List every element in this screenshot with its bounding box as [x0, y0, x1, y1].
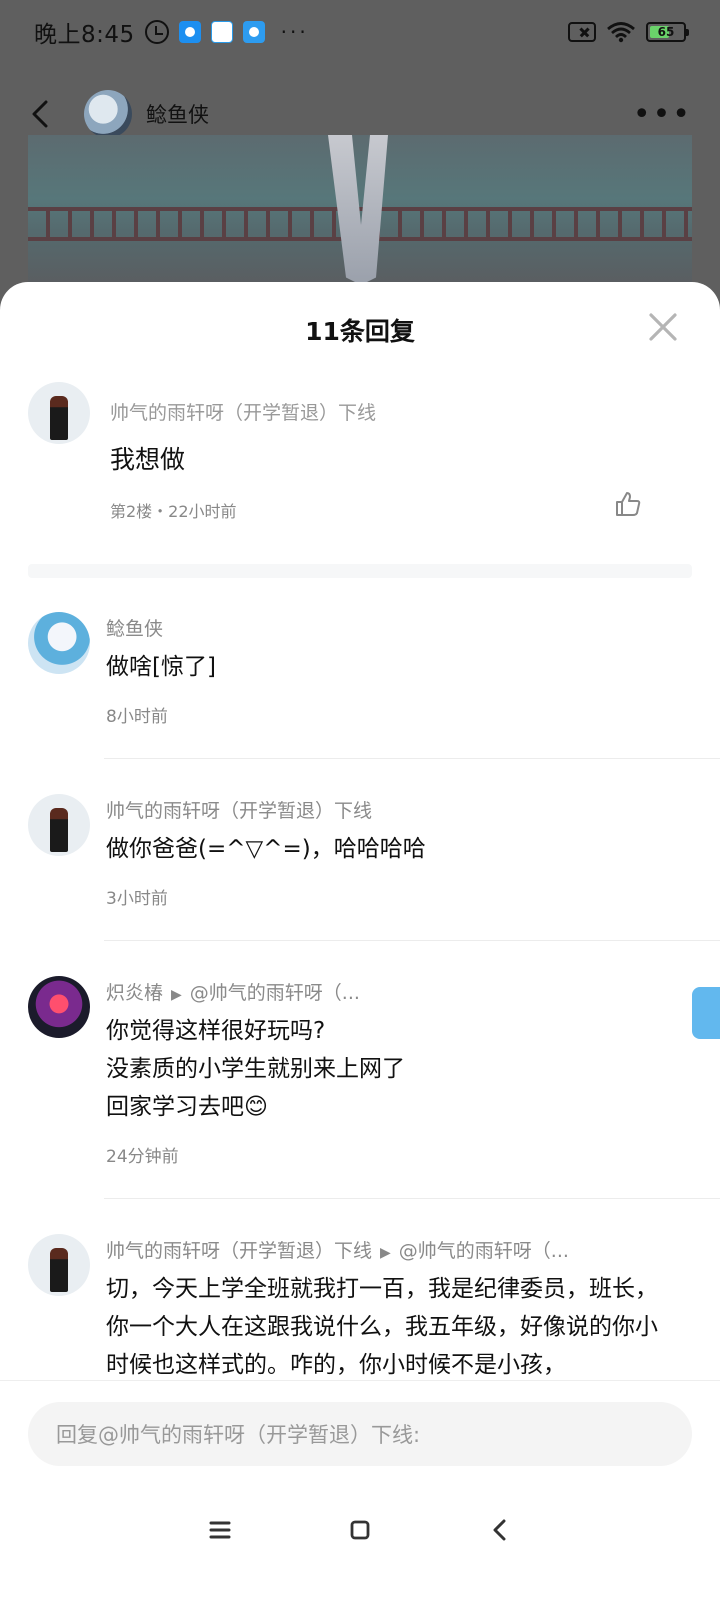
reply-text: 做你爸爸(=^▽^=)，哈哈哈哈 [106, 836, 426, 862]
reply-text: 做啥[惊了] [106, 654, 216, 680]
comment-meta: 第2楼・22小时前 [110, 502, 237, 521]
reply-text-line: 回家学习去吧😊 [106, 1094, 268, 1120]
reply-time: 8小时前 [106, 707, 168, 727]
calendar-notification-icon [210, 21, 233, 43]
reply-author-line[interactable]: 炽炎椿 ▶ @帅气的雨轩呀（... [106, 978, 360, 1005]
reply-author[interactable]: 炽炎椿 [106, 982, 163, 1004]
reply-author[interactable]: 帅气的雨轩呀（开学暂退）下线 [106, 1240, 372, 1262]
battery-icon: 65 [646, 22, 689, 42]
side-float-button[interactable] [692, 987, 720, 1039]
reply-arrow-icon: ▶ [171, 987, 182, 1003]
battery-level: 65 [657, 25, 675, 39]
reply-text: 你觉得这样很好玩吗? 没素质的小学生就别来上网了 回家学习去吧😊 [106, 1012, 676, 1126]
reply-input[interactable]: 回复@帅气的雨轩呀（开学暂退）下线: [28, 1402, 692, 1466]
avatar[interactable] [28, 382, 90, 444]
more-icon[interactable]: ••• [633, 97, 692, 132]
app-notification-icon [178, 21, 201, 43]
reply-arrow-icon: ▶ [380, 1245, 391, 1261]
reply-input-placeholder: 回复@帅气的雨轩呀（开学暂退）下线: [56, 1423, 421, 1447]
status-bar: 晚上8:45 ··· 65 [0, 0, 720, 64]
menu-icon[interactable] [200, 1510, 240, 1550]
reply-text: 切，今天上学全班就我打一百，我是纪律委员，班长，你一个大人在这跟我说什么，我五年… [106, 1276, 658, 1378]
comment-author[interactable]: 帅气的雨轩呀（开学暂退）下线 [110, 398, 376, 425]
divider [0, 1380, 720, 1381]
divider [104, 940, 720, 941]
reply-time: 24分钟前 [106, 1147, 179, 1167]
alarm-icon [144, 20, 169, 44]
no-sim-icon [568, 22, 596, 42]
reply-text-line: 你觉得这样很好玩吗? [106, 1018, 326, 1044]
avatar[interactable] [84, 90, 132, 138]
close-icon[interactable] [648, 312, 678, 342]
reply-text-line: 没素质的小学生就别来上网了 [106, 1056, 405, 1082]
video-notification-icon [242, 21, 265, 43]
reply-author-line[interactable]: 帅气的雨轩呀（开学暂退）下线 ▶ @帅气的雨轩呀（... [106, 1236, 569, 1263]
reply-target[interactable]: @帅气的雨轩呀（... [399, 1240, 569, 1262]
avatar[interactable] [28, 794, 90, 856]
back-icon[interactable] [28, 99, 58, 129]
home-icon[interactable] [340, 1510, 380, 1550]
sheet-title: 11条回复 [305, 317, 415, 346]
more-notifications-icon: ··· [280, 20, 309, 44]
status-time: 晚上8:45 [34, 22, 135, 48]
page-title[interactable]: 鲶鱼侠 [146, 99, 209, 129]
reply-author[interactable]: 鲶鱼侠 [106, 614, 163, 641]
navigation-bar [0, 1500, 720, 1560]
like-icon[interactable] [614, 490, 642, 518]
divider [28, 564, 692, 578]
reply-target[interactable]: @帅气的雨轩呀（... [190, 982, 360, 1004]
avatar[interactable] [28, 612, 90, 674]
wifi-icon [607, 22, 635, 43]
divider [104, 758, 720, 759]
post-image [28, 135, 692, 295]
back-icon[interactable] [480, 1510, 520, 1550]
reply-author[interactable]: 帅气的雨轩呀（开学暂退）下线 [106, 796, 372, 823]
reply-time: 3小时前 [106, 889, 168, 909]
divider [104, 1198, 720, 1199]
avatar[interactable] [28, 976, 90, 1038]
comment-text: 我想做 [110, 445, 186, 474]
avatar[interactable] [28, 1234, 90, 1296]
